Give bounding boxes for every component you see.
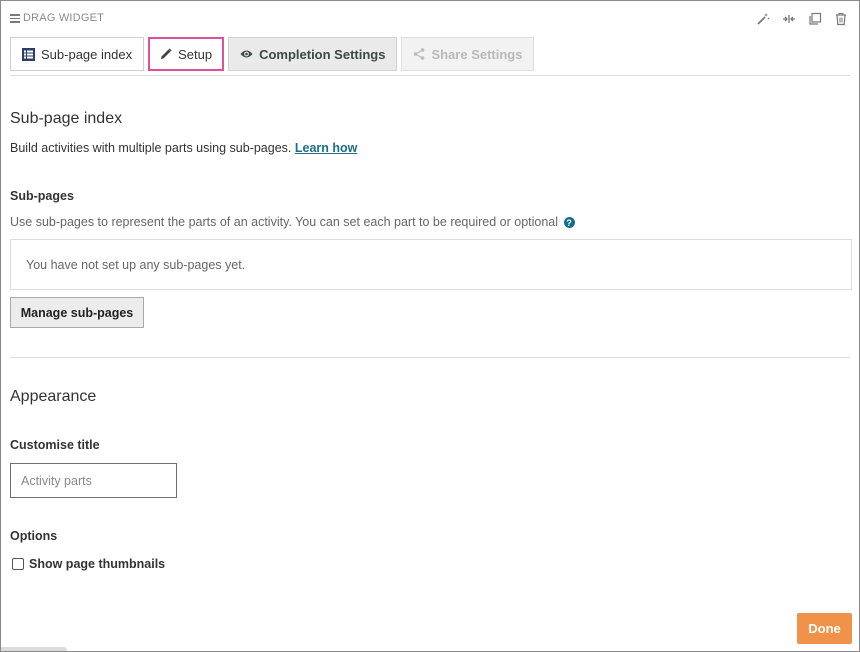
drag-handle[interactable]: DRAG WIDGET bbox=[10, 12, 104, 25]
done-button[interactable]: Done bbox=[797, 613, 852, 644]
magic-wand-icon[interactable] bbox=[753, 9, 773, 29]
tab-share-settings-label: Share Settings bbox=[431, 46, 523, 62]
tab-sub-page-index-label: Sub-page index bbox=[41, 46, 133, 62]
tab-setup-label: Setup bbox=[178, 46, 213, 62]
collapse-icon[interactable] bbox=[779, 9, 799, 29]
show-thumbnails-option: Show page thumbnails bbox=[10, 557, 165, 571]
tab-share-settings: Share Settings bbox=[401, 37, 535, 71]
sub-page-index-description: Build activities with multiple parts usi… bbox=[10, 141, 357, 155]
show-thumbnails-checkbox[interactable] bbox=[12, 558, 24, 570]
section-divider bbox=[10, 357, 850, 358]
learn-how-link[interactable]: Learn how bbox=[295, 141, 358, 155]
widget-toolbar bbox=[753, 9, 851, 29]
list-icon bbox=[22, 47, 35, 61]
help-icon[interactable]: ? bbox=[563, 217, 575, 229]
trash-icon[interactable] bbox=[831, 9, 851, 29]
sub-pages-empty-state: You have not set up any sub-pages yet. bbox=[10, 239, 852, 290]
description-text: Build activities with multiple parts usi… bbox=[10, 141, 292, 155]
tab-sub-page-index[interactable]: Sub-page index bbox=[10, 37, 145, 71]
duplicate-icon[interactable] bbox=[805, 9, 825, 29]
sub-page-index-heading: Sub-page index bbox=[10, 110, 123, 127]
tab-bar: Sub-page index Setup Completion Settings… bbox=[10, 37, 535, 71]
sub-pages-hint-text: Use sub-pages to represent the parts of … bbox=[10, 215, 559, 229]
pencil-icon bbox=[160, 48, 172, 60]
options-label: Options bbox=[10, 529, 58, 543]
share-icon bbox=[413, 48, 425, 60]
customise-title-label: Customise title bbox=[10, 438, 100, 452]
tab-divider bbox=[10, 75, 850, 76]
tab-setup[interactable]: Setup bbox=[148, 37, 225, 71]
tab-completion-settings-label: Completion Settings bbox=[259, 46, 386, 62]
widget-header-label: DRAG WIDGET bbox=[23, 12, 105, 25]
widget-panel: DRAG WIDGET Sub-page index Setup Complet… bbox=[0, 0, 860, 652]
show-thumbnails-label: Show page thumbnails bbox=[29, 557, 166, 571]
eye-icon bbox=[240, 49, 253, 59]
appearance-heading: Appearance bbox=[10, 388, 97, 405]
tab-completion-settings[interactable]: Completion Settings bbox=[228, 37, 398, 71]
bottom-corner-tab bbox=[1, 647, 67, 651]
drag-handle-icon bbox=[10, 12, 20, 25]
sub-pages-hint: Use sub-pages to represent the parts of … bbox=[10, 215, 575, 229]
customise-title-input[interactable]: Activity parts bbox=[10, 463, 177, 498]
sub-pages-label: Sub-pages bbox=[10, 189, 74, 203]
manage-sub-pages-button[interactable]: Manage sub-pages bbox=[10, 297, 144, 328]
